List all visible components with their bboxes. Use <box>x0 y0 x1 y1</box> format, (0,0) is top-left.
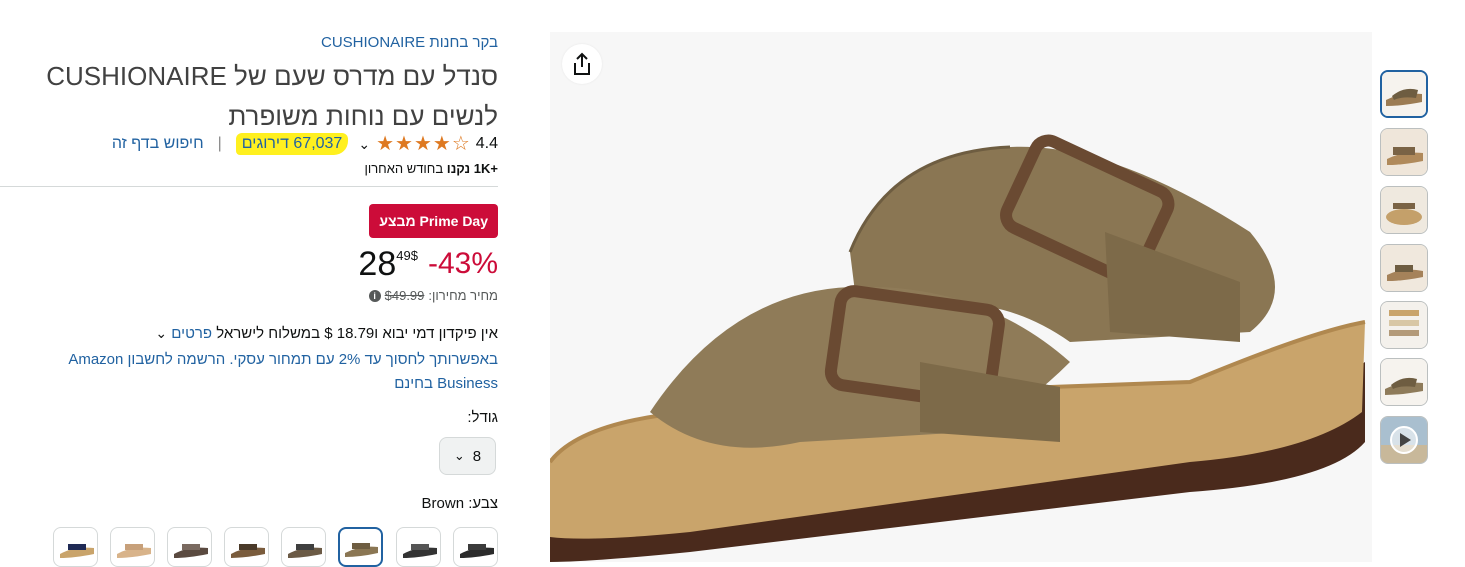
thumbnail-1[interactable] <box>1380 70 1428 118</box>
main-product-image[interactable] <box>550 32 1372 562</box>
color-swatch[interactable] <box>110 527 155 567</box>
color-label: צבע: <box>468 495 498 512</box>
rating-row: 4.4 ☆ ★ ★ ★ ★ ⌄ 67,037 דירוגים | חיפוש ב… <box>112 133 498 155</box>
size-value: 8 <box>472 447 482 465</box>
color-swatch-selected[interactable] <box>338 527 383 567</box>
divider <box>0 186 498 187</box>
star-icon: ★ <box>395 133 413 155</box>
star-icon: ★ <box>413 133 432 155</box>
thumbnail-4[interactable] <box>1380 244 1428 292</box>
bought-recently: +1K נקנו בחודש האחרון <box>364 161 498 176</box>
star-icon: ★ <box>376 133 394 155</box>
chevron-down-icon[interactable]: ⌄ <box>155 325 167 341</box>
deal-badge: מבצע Prime Day <box>369 204 498 238</box>
size-label: גודל: <box>467 409 498 426</box>
shipping-details-link[interactable]: פרטים <box>171 325 212 342</box>
thumbnail-video[interactable] <box>1380 416 1428 464</box>
star-rating[interactable]: ☆ ★ ★ ★ ★ <box>376 134 470 154</box>
rating-count-highlight: 67,037 דירוגים <box>235 133 349 155</box>
thumbnail-5[interactable] <box>1380 301 1428 349</box>
chevron-down-icon[interactable]: ⌄ <box>358 136 370 153</box>
chevron-down-icon: ⌄ <box>453 448 465 463</box>
color-swatch[interactable] <box>53 527 98 567</box>
color-swatch[interactable] <box>396 527 441 567</box>
color-value: Brown <box>421 495 465 512</box>
thumbnail-3[interactable] <box>1380 186 1428 234</box>
price-currency: $ <box>410 248 418 263</box>
star-icon: ☆ <box>451 133 470 155</box>
color-swatch[interactable] <box>167 527 212 567</box>
store-link[interactable]: בקר בחנות CUSHIONAIRE <box>321 34 498 51</box>
price-row: -43% 28 49 $ <box>358 242 498 286</box>
shipping-text: אין פיקדון דמי יבוא ו‎$ 18.79 במשלוח ליש… <box>216 325 498 342</box>
color-swatch[interactable] <box>453 527 498 567</box>
share-icon <box>574 52 590 75</box>
shipping-info: אין פיקדון דמי יבוא ו‎$ 18.79 במשלוח ליש… <box>155 325 498 342</box>
info-icon[interactable]: i <box>368 289 381 302</box>
thumbnail-6[interactable] <box>1380 358 1428 406</box>
list-price-label: מחיר מחירון: <box>428 288 498 303</box>
list-price-value: $49.99 <box>384 288 425 303</box>
star-icon: ★ <box>432 133 451 155</box>
color-swatch[interactable] <box>281 527 326 567</box>
rating-count-link[interactable]: 67,037 דירוגים <box>242 135 343 152</box>
bought-count: +1K <box>473 161 498 176</box>
color-swatch[interactable] <box>224 527 269 567</box>
thumbnail-2[interactable] <box>1380 128 1428 176</box>
search-page-link[interactable]: חיפוש בדף זה <box>112 135 204 153</box>
price-fraction: 49 <box>396 248 411 263</box>
discount-percent: -43% <box>427 247 498 280</box>
list-price-row: מחיר מחירון: $49.99 i <box>368 288 498 303</box>
current-price: 28 49 $ <box>358 242 420 286</box>
price-whole: 28 <box>358 245 397 283</box>
product-title: סנדל עם מדרס שעם של CUSHIONAIRE לנשים עם… <box>46 61 498 131</box>
business-pricing-link[interactable]: באפשרותך לחסוך עד 2% עם תמחור עסקי. הרשמ… <box>28 348 498 396</box>
color-row: צבע: Brown <box>422 495 498 512</box>
share-button[interactable] <box>562 44 602 84</box>
bought-period: בחודש האחרון <box>364 161 444 176</box>
separator: | <box>217 135 222 152</box>
sandal-image <box>550 32 1372 562</box>
size-dropdown[interactable]: ⌄ 8 <box>439 437 496 475</box>
bought-word: נקנו <box>446 161 471 176</box>
rating-value: 4.4 <box>475 135 498 152</box>
